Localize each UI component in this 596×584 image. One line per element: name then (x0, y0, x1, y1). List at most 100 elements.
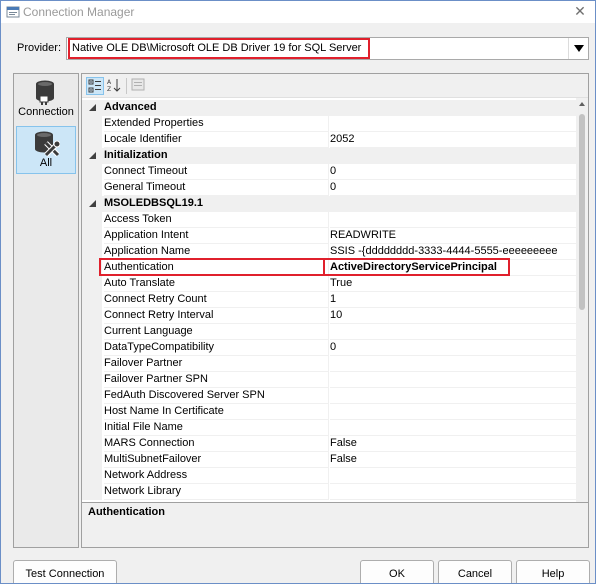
column-divider[interactable] (328, 468, 329, 484)
property-value[interactable]: 10 (330, 309, 576, 324)
property-name: General Timeout (104, 181, 329, 196)
property-value[interactable] (330, 213, 576, 228)
column-divider[interactable] (328, 164, 329, 180)
property-value[interactable]: True (330, 277, 576, 292)
ok-button[interactable]: OK (360, 560, 434, 583)
column-divider[interactable] (328, 276, 329, 292)
column-divider[interactable] (328, 372, 329, 388)
property-value[interactable] (330, 485, 576, 500)
property-row[interactable]: Application Name SSIS -{dddddddd-3333-444… (82, 244, 576, 260)
property-value[interactable]: 2052 (330, 133, 576, 148)
category-row[interactable]: Initialization (82, 148, 576, 164)
property-row[interactable]: Initial File Name (82, 420, 576, 436)
column-divider[interactable] (328, 484, 329, 500)
column-divider[interactable] (328, 340, 329, 356)
property-row[interactable]: Failover Partner SPN (82, 372, 576, 388)
column-divider[interactable] (328, 308, 329, 324)
property-row[interactable]: Application Intent READWRITE (82, 228, 576, 244)
property-name: Locale Identifier (104, 133, 329, 148)
property-row[interactable]: Network Address (82, 468, 576, 484)
scrollbar-thumb[interactable] (579, 114, 585, 310)
property-row[interactable]: Auto Translate True (82, 276, 576, 292)
nav-label-all: All (39, 157, 53, 169)
property-name: Auto Translate (104, 277, 329, 292)
help-button[interactable]: Help (516, 560, 590, 583)
column-divider[interactable] (328, 324, 329, 340)
column-divider[interactable] (328, 228, 329, 244)
column-divider[interactable] (328, 116, 329, 132)
close-button[interactable]: ✕ (571, 2, 589, 20)
column-divider[interactable] (328, 356, 329, 372)
property-row[interactable]: MARS Connection False (82, 436, 576, 452)
property-row[interactable]: Network Library (82, 484, 576, 500)
title-bar[interactable]: Connection Manager ✕ (1, 1, 595, 23)
property-value[interactable] (330, 373, 576, 388)
property-row[interactable]: MultiSubnetFailover False (82, 452, 576, 468)
property-row[interactable]: Extended Properties (82, 116, 576, 132)
property-value[interactable]: 0 (330, 181, 576, 196)
property-value[interactable]: READWRITE (330, 229, 576, 244)
property-name: Network Library (104, 485, 329, 500)
category-row[interactable]: Advanced (82, 100, 576, 116)
connection-manager-app-icon (6, 6, 20, 18)
property-row[interactable]: General Timeout 0 (82, 180, 576, 196)
column-divider[interactable] (328, 436, 329, 452)
provider-select[interactable]: Native OLE DB\Microsoft OLE DB Driver 19… (66, 37, 589, 60)
property-value[interactable]: SSIS -{dddddddd-3333-4444-5555-eeeeeeeee (330, 245, 576, 260)
property-row[interactable]: Locale Identifier 2052 (82, 132, 576, 148)
property-row[interactable]: Authentication ActiveDirectoryServicePrin… (82, 260, 576, 276)
property-value[interactable]: False (330, 453, 576, 468)
property-row[interactable]: DataTypeCompatibility 0 (82, 340, 576, 356)
property-gutter (82, 468, 102, 484)
property-row[interactable]: Failover Partner (82, 356, 576, 372)
property-row[interactable]: Connect Retry Count 1 (82, 292, 576, 308)
property-value[interactable]: 0 (330, 165, 576, 180)
property-value[interactable] (330, 421, 576, 436)
property-value[interactable] (330, 325, 576, 340)
column-divider[interactable] (328, 260, 329, 276)
provider-label: Provider: (17, 42, 62, 54)
property-value[interactable] (330, 389, 576, 404)
property-value[interactable] (330, 117, 576, 132)
alphabetical-button[interactable]: A Z (106, 77, 124, 95)
property-value[interactable] (330, 357, 576, 372)
property-row[interactable]: Connect Timeout 0 (82, 164, 576, 180)
property-value[interactable]: 0 (330, 341, 576, 356)
column-divider[interactable] (328, 244, 329, 260)
nav-item-connection[interactable]: Connection (16, 76, 76, 124)
chevron-down-icon[interactable] (568, 38, 588, 59)
property-grid-rows: Advanced Extended Properties Locale Identi… (82, 98, 576, 502)
column-divider[interactable] (328, 180, 329, 196)
column-divider[interactable] (328, 132, 329, 148)
property-value[interactable]: False (330, 437, 576, 452)
cancel-button[interactable]: Cancel (438, 560, 512, 583)
property-row[interactable]: Host Name In Certificate (82, 404, 576, 420)
nav-item-all[interactable]: All (16, 126, 76, 174)
column-divider[interactable] (328, 388, 329, 404)
scroll-up-icon[interactable] (579, 102, 585, 106)
property-pages-button[interactable] (130, 77, 148, 95)
property-row[interactable]: FedAuth Discovered Server SPN (82, 388, 576, 404)
categorized-button[interactable] (86, 77, 104, 95)
property-value[interactable] (330, 405, 576, 420)
category-name: Initialization (104, 149, 168, 161)
property-value[interactable]: 1 (330, 293, 576, 308)
property-value[interactable]: ActiveDirectoryServicePrincipal (330, 261, 576, 276)
property-value[interactable] (330, 469, 576, 484)
chevron-collapse-icon[interactable] (89, 200, 96, 207)
property-row[interactable]: Access Token (82, 212, 576, 228)
column-divider[interactable] (328, 212, 329, 228)
column-divider[interactable] (328, 292, 329, 308)
column-divider[interactable] (328, 420, 329, 436)
test-connection-button[interactable]: Test Connection (13, 560, 117, 583)
category-row[interactable]: MSOLEDBSQL19.1 (82, 196, 576, 212)
property-row[interactable]: Connect Retry Interval 10 (82, 308, 576, 324)
column-divider[interactable] (328, 404, 329, 420)
property-grid-scrollbar[interactable] (576, 98, 588, 502)
column-divider[interactable] (328, 452, 329, 468)
property-gutter (82, 228, 102, 244)
chevron-collapse-icon[interactable] (89, 104, 96, 111)
chevron-collapse-icon[interactable] (89, 152, 96, 159)
property-row[interactable]: Current Language (82, 324, 576, 340)
category-name: MSOLEDBSQL19.1 (104, 197, 204, 209)
